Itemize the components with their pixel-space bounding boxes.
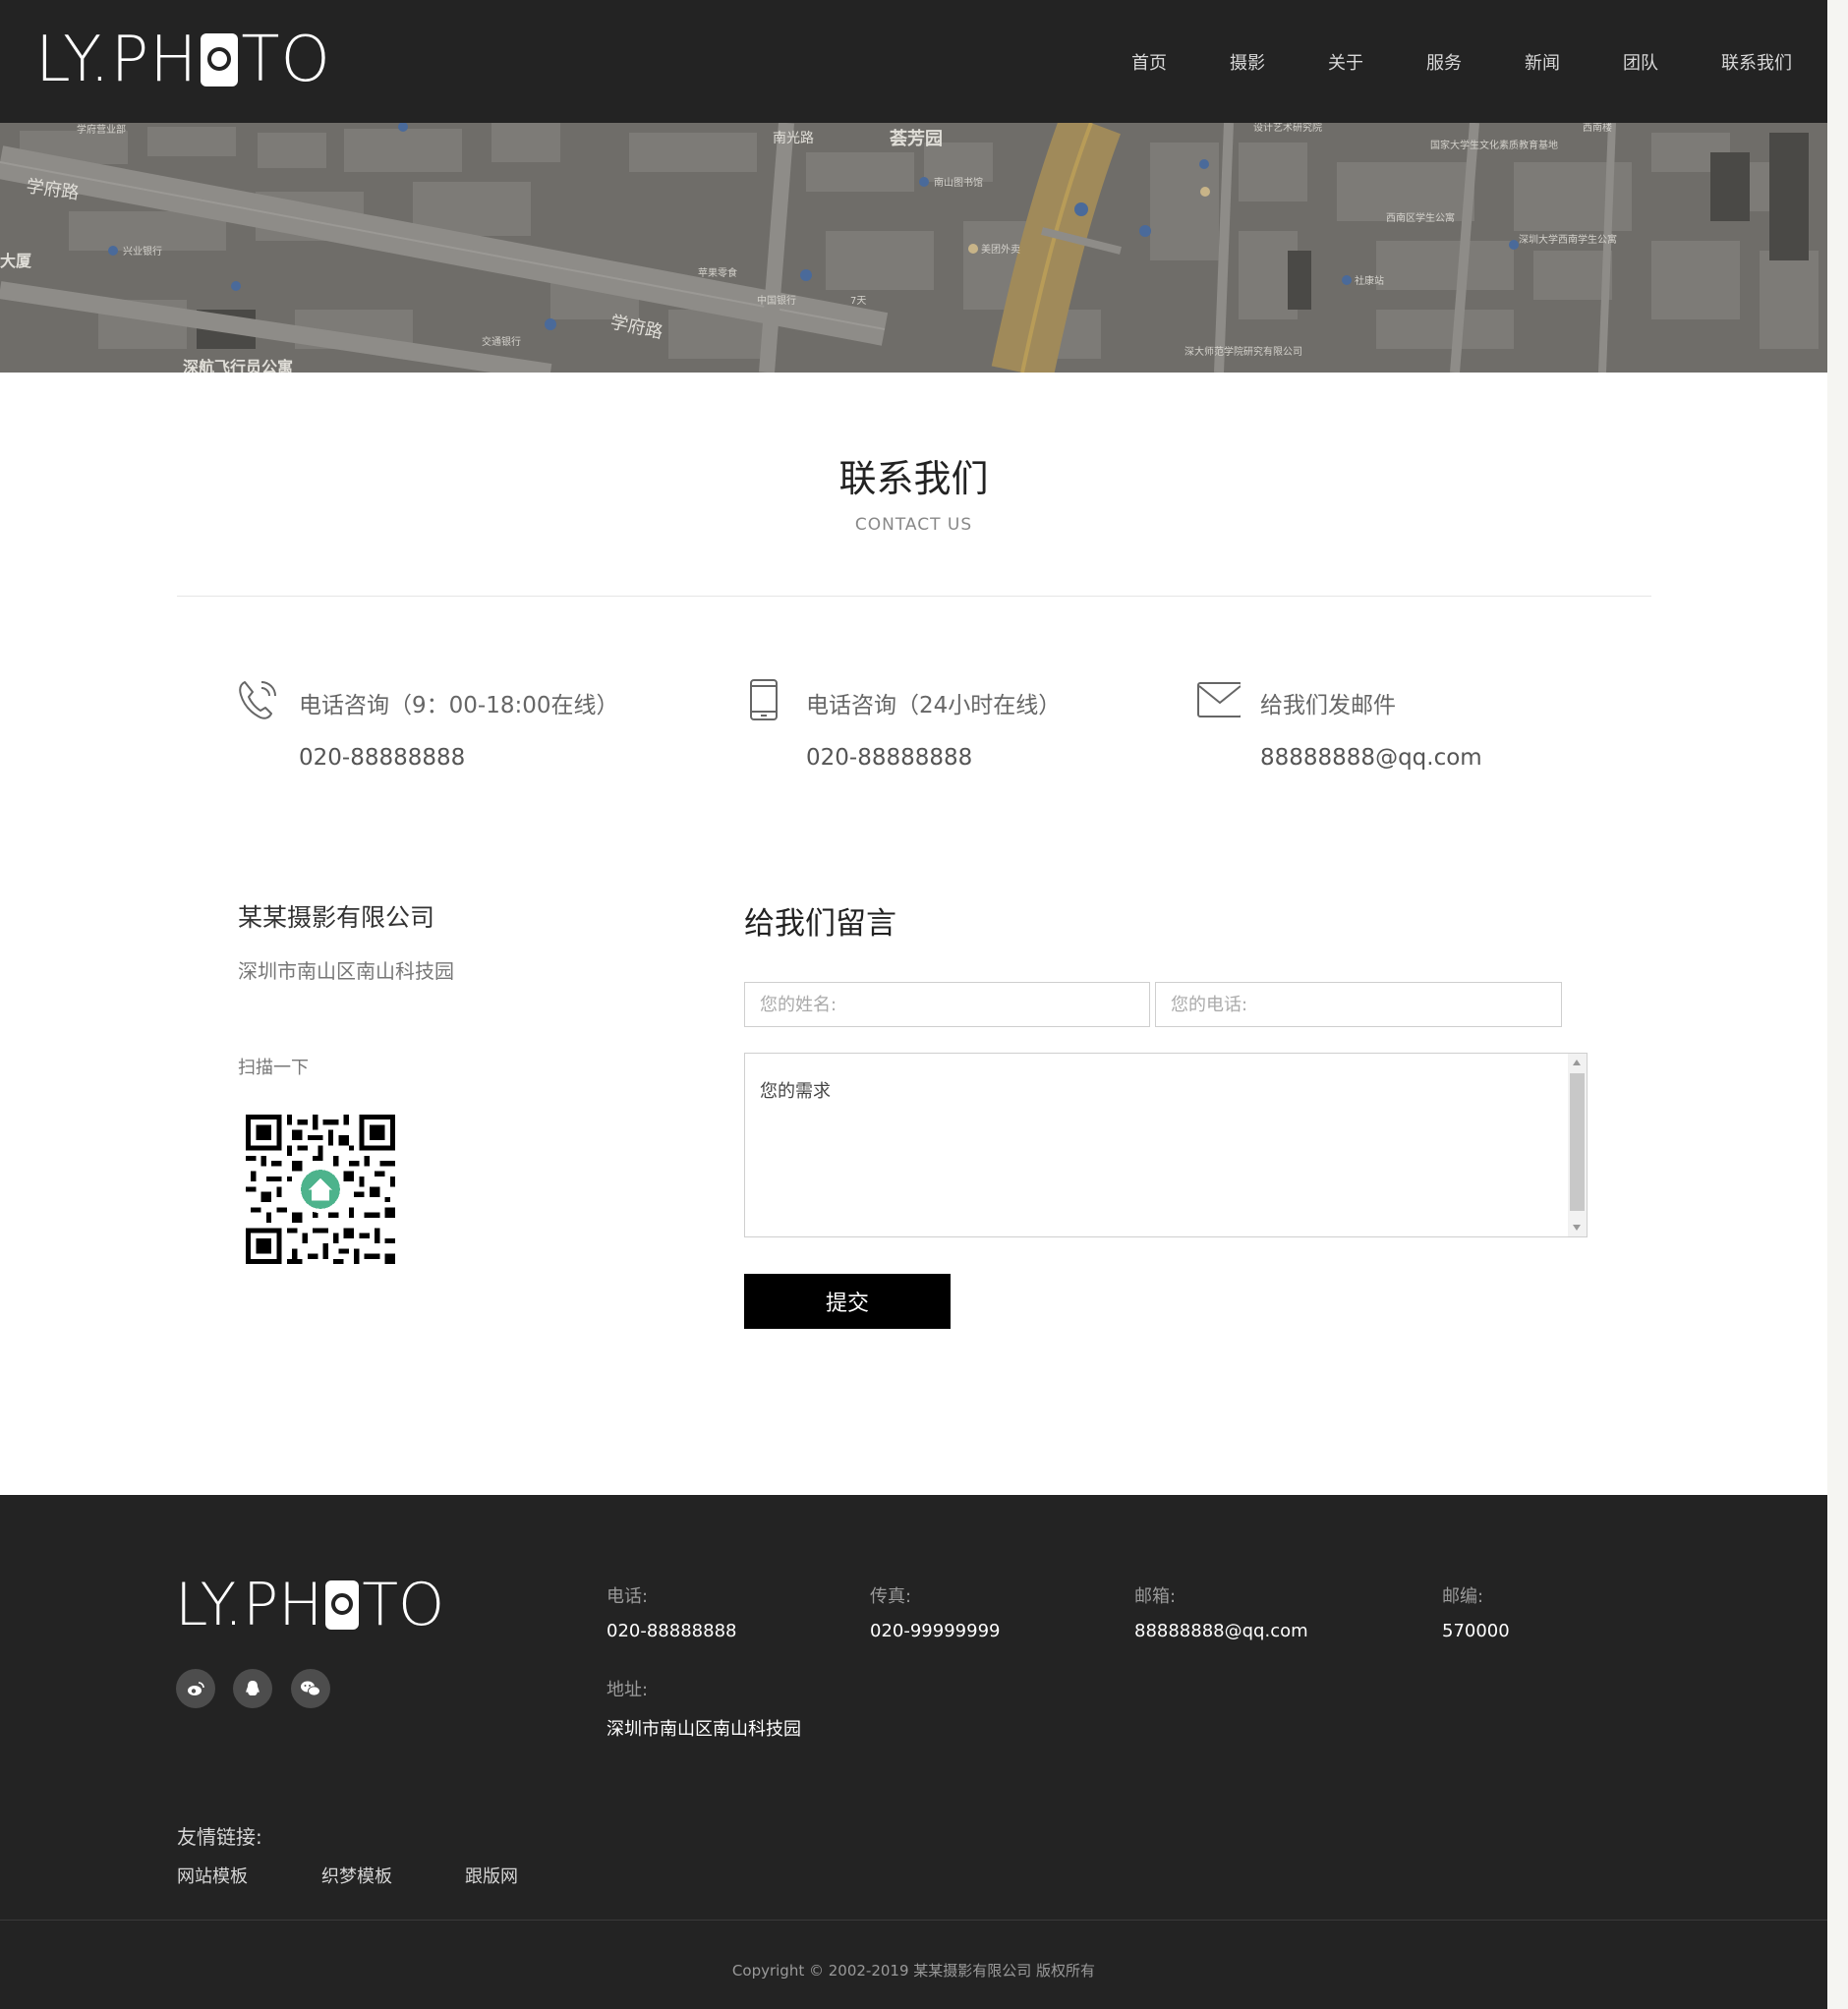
nav-team[interactable]: 团队 (1623, 0, 1658, 123)
footer-address: 深圳市南山区南山科技园 (606, 1719, 801, 1740)
location-map[interactable]: 学府路 学府路 荟芳园 南光路 大厦 深航飞行员公寓 学府营业部 兴业银行 中国… (0, 123, 1827, 373)
footer-zip-label: 邮编: (1442, 1586, 1484, 1607)
contact-card-label: 电话咨询（9：00-18:00在线） (299, 693, 619, 718)
footer-zip: 570000 (1442, 1621, 1510, 1641)
site-logo[interactable]: LY.PH TO (35, 26, 331, 94)
footer-address-label: 地址: (606, 1680, 649, 1700)
page-subtitle: CONTACT US (854, 515, 973, 535)
site-header: LY.PH TO 首页 摄影 关于 服务 新闻 团队 联系我们 (0, 0, 1827, 123)
footer-logo[interactable]: LY.PH TO (175, 1574, 444, 1636)
map-label: 7天 (850, 296, 866, 307)
contact-card-label: 给我们发邮件 (1260, 693, 1396, 718)
friend-link[interactable]: 织梦模板 (321, 1863, 392, 1888)
map-label: 大厦 (0, 252, 32, 270)
map-label: 社康站 (1355, 274, 1384, 287)
map-label: 深圳大学西南学生公寓 (1519, 233, 1617, 246)
phone-icon (239, 681, 276, 719)
nav-news[interactable]: 新闻 (1525, 0, 1560, 123)
map-label: 深航飞行员公寓 (183, 358, 293, 373)
logo-text-start: LY.PH (35, 24, 199, 96)
name-input[interactable] (744, 982, 1150, 1027)
map-label: 交通银行 (482, 335, 521, 348)
contact-card-value[interactable]: 020-88888888 (806, 745, 972, 771)
map-label: 西南楼 (1583, 123, 1612, 134)
footer-phone[interactable]: 020-88888888 (606, 1621, 736, 1641)
map-label: 中国银行 (757, 294, 796, 307)
main-nav: 首页 摄影 关于 服务 新闻 团队 联系我们 (1068, 0, 1792, 123)
map-label: 国家大学生文化素质教育基地 (1430, 139, 1558, 151)
map-label: 西南区学生公寓 (1386, 211, 1455, 224)
message-textarea[interactable] (744, 1053, 1588, 1237)
camera-o-icon (325, 1580, 360, 1630)
nav-home[interactable]: 首页 (1131, 0, 1167, 123)
map-label: 美团外卖 (981, 243, 1020, 256)
scroll-down-arrow-icon[interactable] (1573, 1225, 1581, 1231)
footer-divider (0, 1920, 1827, 1921)
friend-link[interactable]: 跟版网 (465, 1863, 518, 1888)
scan-label: 扫描一下 (238, 1058, 309, 1078)
company-name: 某某摄影有限公司 (238, 903, 435, 932)
submit-button[interactable]: 提交 (744, 1274, 951, 1329)
contact-card-value[interactable]: 020-88888888 (299, 745, 465, 771)
logo-text-end: TO (241, 24, 331, 96)
map-label: 设计艺术研究院 (1253, 123, 1322, 134)
wechat-glyph (301, 1681, 320, 1696)
footer-email-label: 邮箱: (1134, 1586, 1177, 1607)
map-label: 荟芳园 (889, 128, 943, 149)
divider (177, 596, 1651, 597)
form-title: 给我们留言 (744, 906, 896, 942)
map-label: 深大师范学院研究有限公司 (1184, 345, 1302, 358)
site-footer: LY.PH TO 电话: 020-88888888 传真: 020-9999999… (0, 1495, 1827, 2009)
qq-glyph (246, 1681, 260, 1695)
qq-icon[interactable] (233, 1669, 272, 1708)
map-label: 南光路 (773, 131, 814, 146)
footer-logo-text-start: LY.PH (175, 1571, 323, 1639)
map-label: 学府营业部 (77, 123, 126, 136)
copyright: Copyright © 2002-2019 某某摄影有限公司 版权所有 (731, 1962, 1096, 1980)
nav-about[interactable]: 关于 (1328, 0, 1363, 123)
scroll-up-arrow-icon[interactable] (1573, 1060, 1581, 1065)
nav-services[interactable]: 服务 (1426, 0, 1462, 123)
footer-phone-label: 电话: (606, 1586, 649, 1607)
weibo-glyph (188, 1682, 204, 1695)
wechat-icon[interactable] (291, 1669, 330, 1708)
footer-email[interactable]: 88888888@qq.com (1134, 1621, 1308, 1641)
map-label: 兴业银行 (123, 245, 162, 258)
envelope-icon (1197, 682, 1241, 718)
friend-links-title: 友情链接: (177, 1825, 262, 1849)
page-title: 联系我们 (838, 457, 989, 500)
qr-code (246, 1115, 395, 1264)
nav-contact[interactable]: 联系我们 (1721, 0, 1792, 123)
mobile-icon (750, 679, 778, 720)
footer-fax: 020-99999999 (870, 1621, 1001, 1641)
camera-o-icon (201, 33, 239, 86)
scroll-thumb[interactable] (1570, 1073, 1585, 1211)
contact-card-label: 电话咨询（24小时在线） (806, 693, 1062, 718)
map-label: 南山图书馆 (934, 176, 983, 189)
weibo-icon[interactable] (176, 1669, 215, 1708)
footer-logo-text-end: TO (362, 1571, 445, 1639)
friend-link[interactable]: 网站模板 (177, 1863, 248, 1888)
contact-card-value[interactable]: 88888888@qq.com (1260, 745, 1482, 771)
footer-fax-label: 传真: (870, 1586, 912, 1607)
nav-photography[interactable]: 摄影 (1230, 0, 1265, 123)
textarea-scrollbar[interactable] (1568, 1054, 1587, 1236)
page: LY.PH TO 首页 摄影 关于 服务 新闻 团队 联系我们 学府路 学府路 … (0, 0, 1827, 2009)
map-graphic: 学府路 学府路 荟芳园 南光路 大厦 深航飞行员公寓 学府营业部 兴业银行 中国… (0, 123, 1827, 373)
phone-input[interactable] (1155, 982, 1562, 1027)
map-label: 苹果零食 (698, 266, 737, 279)
company-address: 深圳市南山区南山科技园 (238, 959, 454, 983)
